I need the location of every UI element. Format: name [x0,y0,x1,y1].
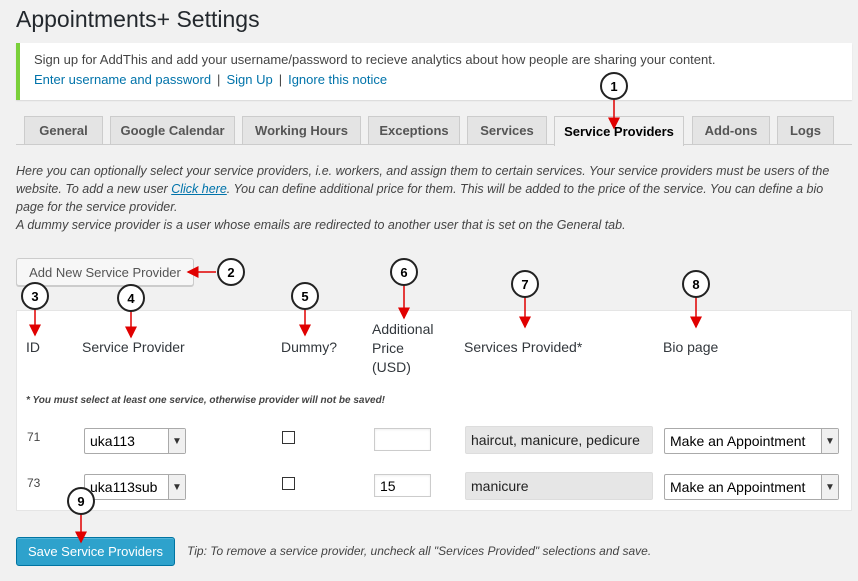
bio-page-select[interactable]: Make an Appointment ▼ [664,474,839,500]
header-bio-page: Bio page [663,339,719,355]
chevron-down-icon: ▼ [821,475,838,499]
tab-services[interactable]: Services [467,116,547,144]
add-user-link[interactable]: Click here [171,182,227,196]
header-services-provided: Services Provided* [464,339,583,355]
row-id: 71 [27,430,41,444]
provider-select-value: uka113sub [90,479,158,495]
provider-select[interactable]: uka113 ▼ [84,428,186,454]
notice-separator: | [278,72,283,87]
provider-select[interactable]: uka113sub ▼ [84,474,186,500]
tab-general[interactable]: General [24,116,103,144]
header-dummy: Dummy? [281,339,338,355]
price-input[interactable] [374,428,431,451]
tab-google-calendar[interactable]: Google Calendar [110,116,235,144]
callout-8: 8 [682,270,710,298]
callout-9: 9 [67,487,95,515]
page-title: Appointments+ Settings [16,6,260,32]
callout-6: 6 [390,258,418,286]
save-service-providers-button[interactable]: Save Service Providers [16,537,175,566]
add-service-provider-button[interactable]: Add New Service Provider [16,258,194,286]
dummy-checkbox[interactable] [282,431,295,444]
notice-text: Sign up for AddThis and add your usernam… [34,52,716,67]
callout-1: 1 [600,72,628,100]
price-input[interactable]: 15 [374,474,431,497]
tip-text: Tip: To remove a service provider, unche… [187,544,652,558]
chevron-down-icon: ▼ [168,475,185,499]
tab-working-hours[interactable]: Working Hours [242,116,361,144]
tab-logs[interactable]: Logs [777,116,834,144]
bio-page-select[interactable]: Make an Appointment ▼ [664,428,839,454]
header-price-line: (USD) [372,359,411,375]
provider-select-value: uka113 [90,433,135,449]
dummy-checkbox[interactable] [282,477,295,490]
enter-credentials-link[interactable]: Enter username and password [34,72,211,87]
notice-links: Enter username and password | Sign Up | Igno… [34,72,852,87]
header-price-line: Price [372,340,404,356]
notice-separator: | [217,72,221,87]
header-additional-price: Additional Price (USD) [372,320,434,377]
header-service-provider: Service Provider [82,339,185,355]
callout-3: 3 [21,282,49,310]
bio-page-select-value: Make an Appointment [670,479,806,495]
sign-up-link[interactable]: Sign Up [226,72,272,87]
chevron-down-icon: ▼ [168,429,185,453]
row-id: 73 [27,476,41,490]
dummy-description: A dummy service provider is a user whose… [16,218,626,232]
services-multiselect[interactable]: manicure [465,472,653,500]
callout-2: 2 [217,258,245,286]
tab-add-ons[interactable]: Add-ons [692,116,770,144]
chevron-down-icon: ▼ [821,429,838,453]
callout-5: 5 [291,282,319,310]
tab-service-providers[interactable]: Service Providers [554,116,684,146]
required-note: * You must select at least one service, … [26,395,386,406]
bio-page-select-value: Make an Appointment [670,433,806,449]
header-price-line: Additional [372,321,434,337]
services-multiselect[interactable]: haircut, manicure, pedicure [465,426,653,454]
callout-4: 4 [117,284,145,312]
addthis-notice: Sign up for AddThis and add your usernam… [16,43,852,100]
tabs-baseline [16,144,852,145]
header-id: ID [26,339,40,355]
tab-exceptions[interactable]: Exceptions [368,116,460,144]
ignore-notice-link[interactable]: Ignore this notice [288,72,387,87]
callout-7: 7 [511,270,539,298]
description: Here you can optionally select your serv… [16,162,852,234]
